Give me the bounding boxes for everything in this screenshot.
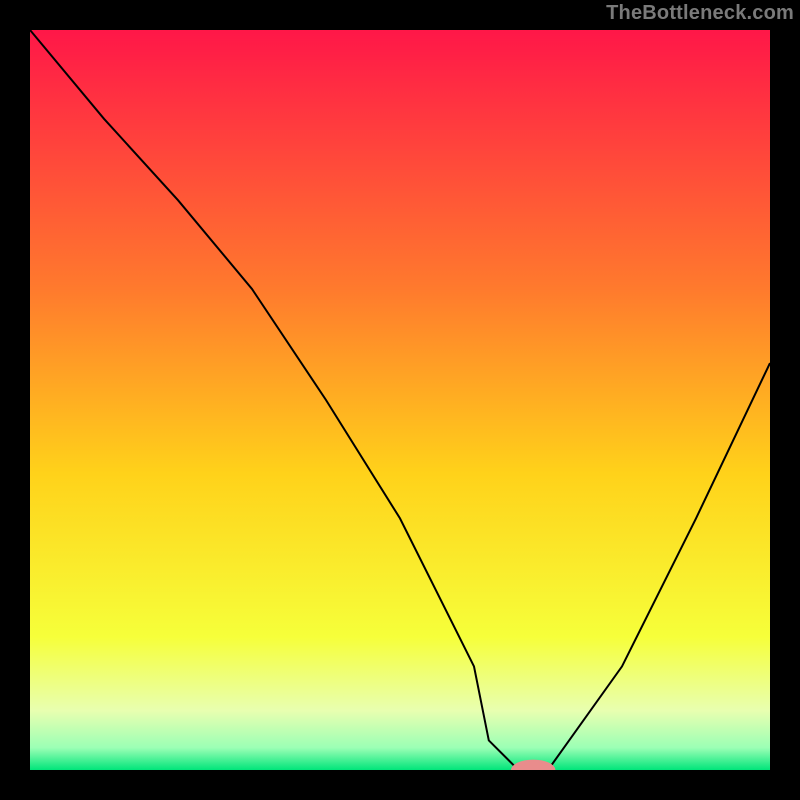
chart-frame: TheBottleneck.com (0, 0, 800, 800)
plot-area (30, 30, 770, 770)
chart-svg (30, 30, 770, 770)
watermark-text: TheBottleneck.com (606, 2, 794, 25)
gradient-background (30, 30, 770, 770)
